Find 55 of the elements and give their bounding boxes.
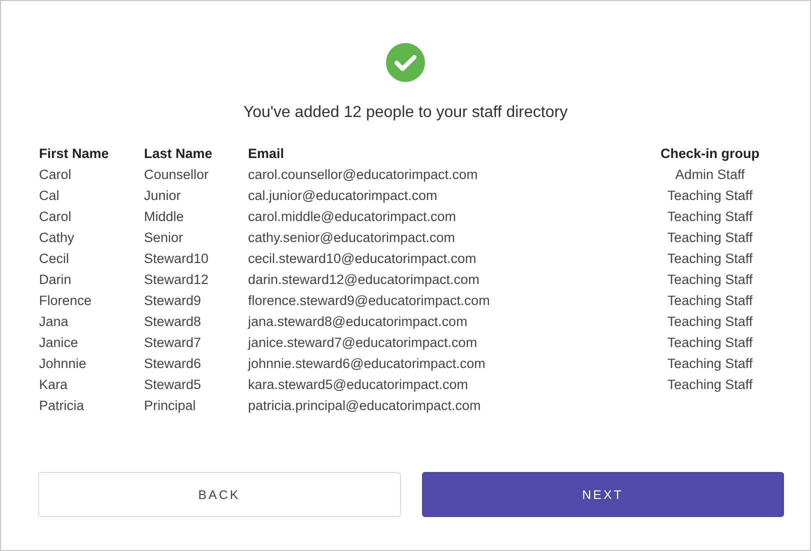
table-cell-text: Teaching Staff [666, 334, 754, 352]
dialog-title: You've added 12 people to your staff directory [242, 104, 569, 122]
table-cell-text: Teaching Staff [666, 187, 754, 205]
table-cell-text: cathy.senior@educatorimpact.com [248, 229, 456, 247]
table-cell-text: Carol [39, 208, 72, 226]
table-cell-text: Florence [39, 292, 93, 310]
table-cell-text: Principal [144, 397, 197, 415]
table-cell-text: darin.steward12@educatorimpact.com [248, 271, 480, 289]
table-cell-text: Steward6 [144, 355, 202, 373]
table-cell-text: Patricia [39, 397, 86, 415]
table-cell-text: Admin Staff [674, 166, 746, 184]
table-cell-text: Johnnie [39, 355, 88, 373]
column-header: Last Name [144, 145, 214, 163]
table-cell-text: Jana [39, 313, 70, 331]
checkmark-icon [386, 43, 425, 82]
table-cell-text: Cal [39, 187, 60, 205]
table-cell-text: Teaching Staff [666, 271, 754, 289]
table-cell-text: Janice [39, 334, 80, 352]
table-cell-text: Teaching Staff [666, 292, 754, 310]
table-cell-text: carol.middle@educatorimpact.com [248, 208, 458, 226]
table-cell-text: Teaching Staff [666, 208, 754, 226]
table-cell-text: cal.junior@educatorimpact.com [248, 187, 438, 205]
table-cell-text: Teaching Staff [666, 229, 754, 247]
table-cell-text: kara.steward5@educatorimpact.com [248, 376, 470, 394]
table-cell-text: carol.counsellor@educatorimpact.com [248, 166, 479, 184]
table-cell-text: Middle [144, 208, 185, 226]
table-cell-text: Carol [39, 166, 72, 184]
table-cell-text: cecil.steward10@educatorimpact.com [248, 250, 478, 268]
table-cell-text: Steward7 [144, 334, 202, 352]
back-button[interactable]: BACK [38, 472, 400, 517]
table-cell-text: Cathy [39, 229, 76, 247]
table-cell-text: janice.steward7@educatorimpact.com [248, 334, 478, 352]
column-header: Email [248, 145, 286, 163]
table-cell-text: Teaching Staff [666, 313, 754, 331]
table-cell-text: florence.steward9@educatorimpact.com [248, 292, 491, 310]
table-cell-text: Kara [39, 376, 69, 394]
table-cell-text: Steward10 [144, 250, 210, 268]
column-header: Check-in group [659, 145, 760, 163]
table-cell-text: Teaching Staff [666, 376, 754, 394]
table-cell-text: Darin [39, 271, 72, 289]
next-button[interactable]: NEXT [422, 472, 784, 517]
column-header: First Name [39, 145, 110, 163]
table-cell-text: Steward5 [144, 376, 202, 394]
table-cell-text: Teaching Staff [666, 355, 754, 373]
table-cell-text: Senior [144, 229, 184, 247]
table-cell-text: Steward12 [144, 271, 210, 289]
table-cell-text: Counsellor [144, 166, 210, 184]
table-cell-text: patricia.principal@educatorimpact.com [248, 397, 482, 415]
table-cell-text: Teaching Staff [666, 250, 754, 268]
table-cell-text: Steward9 [144, 292, 202, 310]
table-cell-text: Junior [144, 187, 182, 205]
table-cell-text: Steward8 [144, 313, 202, 331]
table-cell-text: jana.steward8@educatorimpact.com [248, 313, 468, 331]
table-cell-text: Cecil [39, 250, 70, 268]
table-cell-text: johnnie.steward6@educatorimpact.com [248, 355, 486, 373]
